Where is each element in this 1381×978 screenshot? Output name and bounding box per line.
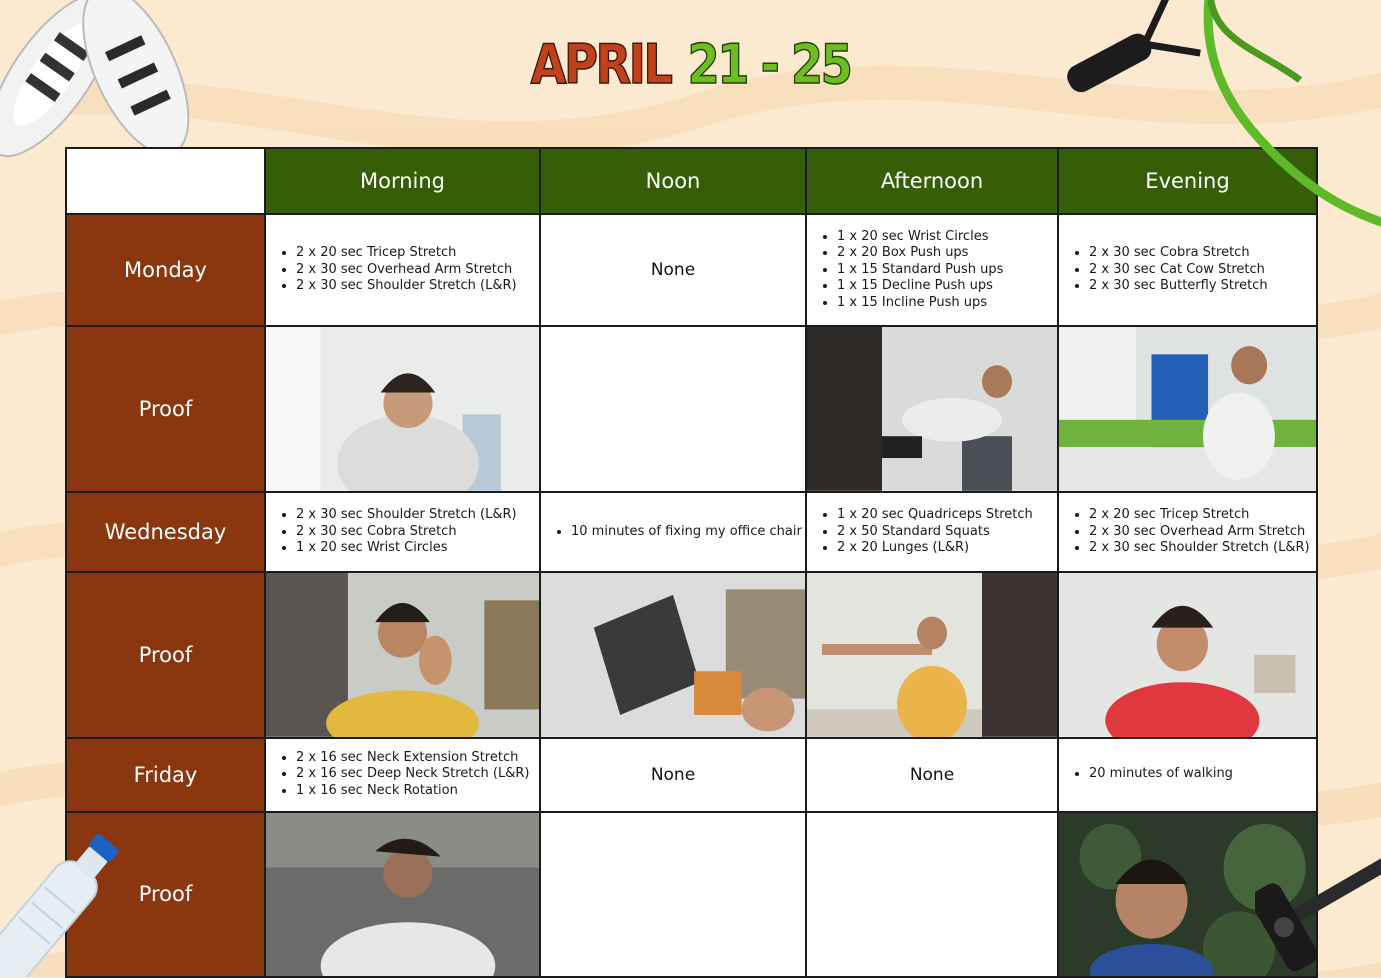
list-item: 2 x 30 sec Cobra Stretch xyxy=(296,524,539,541)
proof-photo-wednesday-evening xyxy=(1057,570,1318,739)
dumbbell-icon xyxy=(1255,857,1381,971)
proof-photo-monday-evening xyxy=(1057,325,1318,493)
cell-monday-morning: 2 x 20 sec Tricep Stretch 2 x 30 sec Ove… xyxy=(264,213,541,327)
cell-wednesday-morning: 2 x 30 sec Shoulder Stretch (L&R) 2 x 30… xyxy=(264,490,541,573)
list-item: 2 x 30 sec Butterfly Stretch xyxy=(1089,278,1316,295)
proof-photo-wednesday-noon xyxy=(539,570,807,739)
resistance-band-icon xyxy=(1067,0,1381,227)
title-range: 21 - 25 xyxy=(687,32,854,97)
column-header-morning: Morning xyxy=(264,147,541,215)
column-header-noon: Noon xyxy=(539,147,807,215)
list-item: 2 x 16 sec Deep Neck Stretch (L&R) xyxy=(296,766,539,783)
proof-photo-friday-noon-empty xyxy=(539,810,807,978)
water-bottle-icon xyxy=(0,834,119,977)
list-item: 2 x 30 sec Overhead Arm Stretch xyxy=(1089,524,1316,541)
list-item: 2 x 30 sec Shoulder Stretch (L&R) xyxy=(1089,540,1316,557)
proof-photo-monday-afternoon xyxy=(805,325,1059,493)
list-item: 10 minutes of fixing my office chair xyxy=(571,524,805,541)
cell-friday-morning: 2 x 16 sec Neck Extension Stretch 2 x 16… xyxy=(264,736,541,813)
list-item: 2 x 20 sec Tricep Stretch xyxy=(1089,507,1316,524)
cell-friday-afternoon: None xyxy=(805,736,1059,813)
proof-photo-wednesday-afternoon xyxy=(805,570,1059,739)
proof-photo-monday-noon-empty xyxy=(539,325,807,493)
table-row-friday-proof: Proof xyxy=(65,810,1318,978)
row-label-monday: Monday xyxy=(65,213,266,327)
cell-wednesday-evening: 2 x 20 sec Tricep Stretch 2 x 30 sec Ove… xyxy=(1057,490,1318,573)
list-item: 2 x 30 sec Cobra Stretch xyxy=(1089,245,1316,262)
workout-schedule-table: Morning Noon Afternoon Evening Monday 2 … xyxy=(65,147,1318,978)
column-header-afternoon: Afternoon xyxy=(805,147,1059,215)
row-label-wednesday: Wednesday xyxy=(65,490,266,573)
list-item: 2 x 20 sec Tricep Stretch xyxy=(296,245,539,262)
list-item: 2 x 50 Standard Squats xyxy=(837,524,1057,541)
table-row-friday: Friday 2 x 16 sec Neck Extension Stretch… xyxy=(65,736,1318,813)
list-item: 2 x 20 Box Push ups xyxy=(837,245,1057,262)
proof-photo-friday-afternoon-empty xyxy=(805,810,1059,978)
list-item: 2 x 30 sec Shoulder Stretch (L&R) xyxy=(296,278,539,295)
cell-friday-evening: 20 minutes of walking xyxy=(1057,736,1318,813)
cell-monday-afternoon: 1 x 20 sec Wrist Circles 2 x 20 Box Push… xyxy=(805,213,1059,327)
proof-photo-monday-morning xyxy=(264,325,541,493)
row-label-proof: Proof xyxy=(65,570,266,739)
corner-cell xyxy=(65,147,266,215)
title-month: APRIL xyxy=(530,32,674,97)
proof-photo-friday-morning xyxy=(264,810,541,978)
list-item: 1 x 20 sec Quadriceps Stretch xyxy=(837,507,1057,524)
list-item: 1 x 20 sec Wrist Circles xyxy=(837,229,1057,246)
cell-friday-noon: None xyxy=(539,736,807,813)
cell-monday-noon: None xyxy=(539,213,807,327)
table-row-wednesday-proof: Proof xyxy=(65,570,1318,739)
list-item: 2 x 30 sec Shoulder Stretch (L&R) xyxy=(296,507,539,524)
list-item: 1 x 15 Standard Push ups xyxy=(837,262,1057,279)
list-item: 2 x 20 Lunges (L&R) xyxy=(837,540,1057,557)
list-item: 2 x 16 sec Neck Extension Stretch xyxy=(296,750,539,767)
list-item: 20 minutes of walking xyxy=(1089,766,1316,783)
cell-wednesday-noon: 10 minutes of fixing my office chair xyxy=(539,490,807,573)
list-item: 1 x 16 sec Neck Rotation xyxy=(296,783,539,800)
table-row-monday-proof: Proof xyxy=(65,325,1318,493)
list-item: 2 x 30 sec Cat Cow Stretch xyxy=(1089,262,1316,279)
row-label-friday: Friday xyxy=(65,736,266,813)
list-item: 2 x 30 sec Overhead Arm Stretch xyxy=(296,262,539,279)
list-item: 1 x 15 Incline Push ups xyxy=(837,295,1057,312)
row-label-proof: Proof xyxy=(65,325,266,493)
proof-photo-wednesday-morning xyxy=(264,570,541,739)
list-item: 1 x 20 sec Wrist Circles xyxy=(296,540,539,557)
cell-wednesday-afternoon: 1 x 20 sec Quadriceps Stretch 2 x 50 Sta… xyxy=(805,490,1059,573)
list-item: 1 x 15 Decline Push ups xyxy=(837,278,1057,295)
table-row-wednesday: Wednesday 2 x 30 sec Shoulder Stretch (L… xyxy=(65,490,1318,573)
